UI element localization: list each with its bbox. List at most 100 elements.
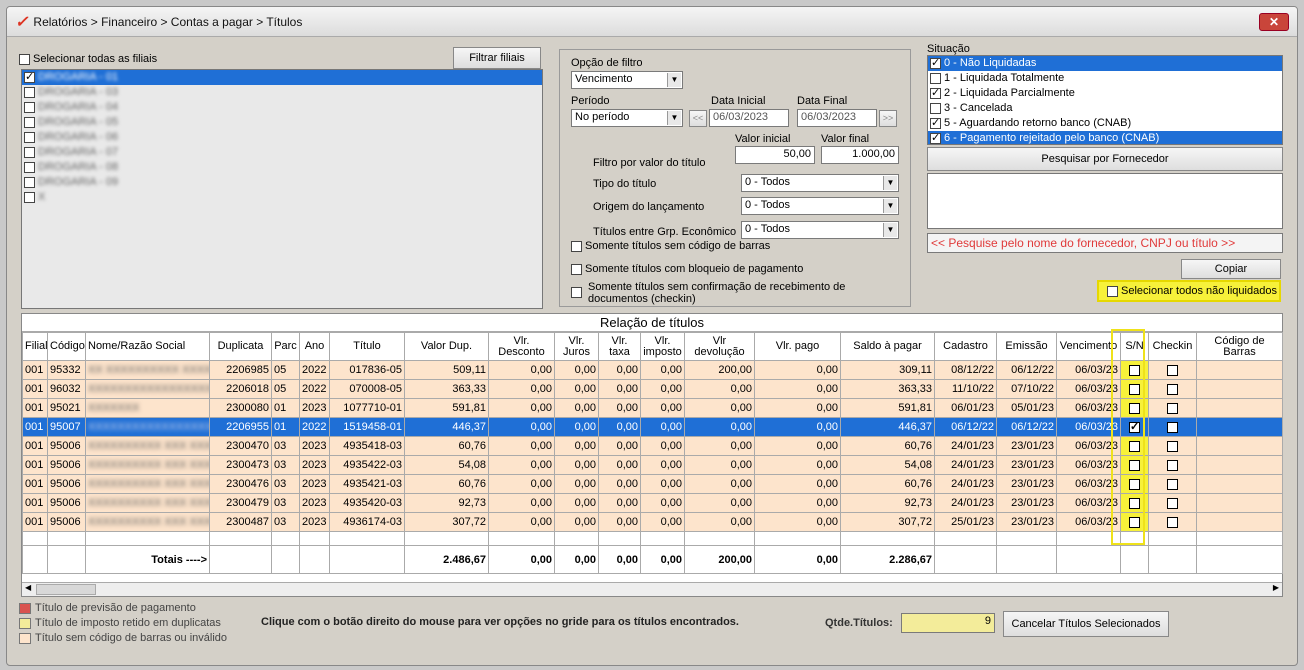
column-header[interactable]: Vlr. Juros [554,332,599,361]
sn-checkbox-icon[interactable] [1129,497,1140,509]
table-row[interactable]: 001 95006 XXXXXXXXXX XXX XXXX 2300476 03 2023… [22,474,1283,494]
checkin-checkbox-icon[interactable] [1167,440,1178,452]
cell-sn[interactable] [1120,512,1149,532]
table-row[interactable]: 001 95006 XXXXXXXXXX XXX XXXX 2300473 03 2023… [22,455,1283,475]
data-inicial-input[interactable]: 06/03/2023 [709,109,789,127]
checkbox-icon[interactable] [24,116,35,128]
column-header[interactable]: Filial [22,332,48,361]
filiais-list[interactable]: DROGARIA - 01 DROGARIA - 03 DROGARIA - 04 D… [21,69,543,309]
opcao-filtro-select[interactable]: Vencimento ▼ [571,71,683,89]
select-nao-liquidados[interactable]: Selecionar todos não liquidados [1097,280,1281,302]
column-header[interactable]: Vlr. pago [754,332,841,361]
sem-confirmacao-option[interactable]: Somente títulos sem confirmação de receb… [571,281,907,305]
cell-checkin[interactable] [1148,436,1197,456]
cell-sn[interactable] [1120,379,1149,399]
cell-sn[interactable] [1120,493,1149,513]
sn-checkbox-icon[interactable] [1129,440,1140,452]
checkbox-icon[interactable] [571,287,582,298]
horizontal-scrollbar[interactable]: ◀ ▶ [22,582,1282,596]
checkbox-icon[interactable] [24,86,35,98]
fornecedor-results[interactable] [927,173,1283,229]
sn-checkbox-icon[interactable] [1129,420,1140,433]
cell-sn[interactable] [1120,436,1149,456]
sn-checkbox-icon[interactable] [1129,478,1140,490]
checkbox-icon[interactable] [24,131,35,143]
sn-checkbox-icon[interactable] [1129,364,1140,376]
com-bloqueio-option[interactable]: Somente títulos com bloqueio de pagament… [571,263,803,275]
checkbox-icon[interactable] [930,56,941,71]
checkbox-icon[interactable] [1107,285,1118,297]
filial-item[interactable]: DROGARIA - 03 [22,85,542,100]
situacao-item[interactable]: 3 - Cancelada [928,101,1282,116]
filial-item[interactable]: DROGARIA - 07 [22,145,542,160]
checkbox-icon[interactable] [930,86,941,101]
column-header[interactable]: Vlr. Desconto [488,332,555,361]
checkin-checkbox-icon[interactable] [1167,383,1178,395]
column-header[interactable]: Saldo à pagar [840,332,935,361]
filial-item[interactable]: DROGARIA - 06 [22,130,542,145]
column-header[interactable]: Checkin [1148,332,1197,361]
cell-checkin[interactable] [1148,512,1197,532]
checkin-checkbox-icon[interactable] [1167,516,1178,528]
cell-sn[interactable] [1120,455,1149,475]
situacao-item[interactable]: 2 - Liquidada Parcialmente [928,86,1282,101]
situacao-item[interactable]: 1 - Liquidada Totalmente [928,71,1282,86]
select-all-filiais[interactable]: Selecionar todas as filiais [19,53,157,65]
column-header[interactable]: Código [47,332,86,361]
column-header[interactable]: Valor Dup. [404,332,489,361]
checkbox-icon[interactable] [24,161,35,173]
sn-checkbox-icon[interactable] [1129,459,1140,471]
sn-checkbox-icon[interactable] [1129,383,1140,395]
checkin-checkbox-icon[interactable] [1167,364,1178,376]
filial-item[interactable]: DROGARIA - 05 [22,115,542,130]
checkbox-icon[interactable] [930,102,941,114]
table-row[interactable]: 001 95021 XXXXXXX 2300080 01 2023 1077710-01 59… [22,398,1283,418]
scrollbar-thumb[interactable] [36,584,96,595]
column-header[interactable]: S/N [1120,332,1149,361]
column-header[interactable]: Vlr devolução [684,332,755,361]
scroll-left-icon[interactable]: ◀ [25,583,31,592]
column-header[interactable]: Vlr. imposto [640,332,685,361]
cell-checkin[interactable] [1148,360,1197,380]
data-final-input[interactable]: 06/03/2023 [797,109,877,127]
checkbox-icon[interactable] [24,70,35,85]
origem-select[interactable]: 0 - Todos ▼ [741,197,899,215]
filial-item[interactable]: X [22,190,542,205]
filial-item[interactable]: DROGARIA - 08 [22,160,542,175]
column-header[interactable]: Emissão [996,332,1057,361]
table-row[interactable]: 001 96032 XXXXXXXXXXXXXXXXXXXX 2206018 05 202… [22,379,1283,399]
valor-inicial-input[interactable]: 50,00 [735,146,815,164]
situacao-item[interactable]: 6 - Pagamento rejeitado pelo banco (CNAB… [928,131,1282,144]
filial-item[interactable]: DROGARIA - 01 [22,70,542,85]
situacao-list[interactable]: 0 - Não Liquidadas 1 - Liquidada Totalmen… [927,55,1283,145]
column-header[interactable]: Duplicata [209,332,272,361]
table-row[interactable]: 001 95006 XXXXXXXXXX XXX XXXX 2300470 03 2023… [22,436,1283,456]
cell-checkin[interactable] [1148,417,1197,437]
checkin-checkbox-icon[interactable] [1167,497,1178,509]
copiar-button[interactable]: Copiar [1181,259,1281,279]
checkbox-icon[interactable] [24,101,35,113]
next-period-button[interactable]: >> [879,110,897,127]
column-header[interactable]: Título [329,332,405,361]
column-header[interactable]: Nome/Razão Social [85,332,210,361]
cell-sn[interactable] [1120,360,1149,380]
checkbox-icon[interactable] [571,240,582,252]
table-row[interactable]: 001 95006 XXXXXXXXXX XXX XXXX 2300479 03 2023… [22,493,1283,513]
pesquisar-fornecedor-button[interactable]: Pesquisar por Fornecedor [927,147,1283,171]
cell-checkin[interactable] [1148,493,1197,513]
checkin-checkbox-icon[interactable] [1167,421,1178,433]
cell-sn[interactable] [1120,474,1149,494]
filial-item[interactable]: DROGARIA - 09 [22,175,542,190]
fornecedor-search-input[interactable]: << Pesquise pelo nome do fornecedor, CNP… [927,233,1283,253]
prev-period-button[interactable]: << [689,110,707,127]
checkin-checkbox-icon[interactable] [1167,459,1178,471]
checkbox-icon[interactable] [24,191,35,203]
checkbox-icon[interactable] [571,263,582,275]
tipo-titulo-select[interactable]: 0 - Todos ▼ [741,174,899,192]
column-header[interactable]: Ano [299,332,330,361]
table-row[interactable]: 001 95006 XXXXXXXXXX XXX XXXX 2300487 03 2023… [22,512,1283,532]
column-header[interactable]: Cadastro [934,332,997,361]
close-button[interactable]: ✕ [1259,13,1289,31]
cell-checkin[interactable] [1148,474,1197,494]
checkbox-icon[interactable] [930,116,941,131]
